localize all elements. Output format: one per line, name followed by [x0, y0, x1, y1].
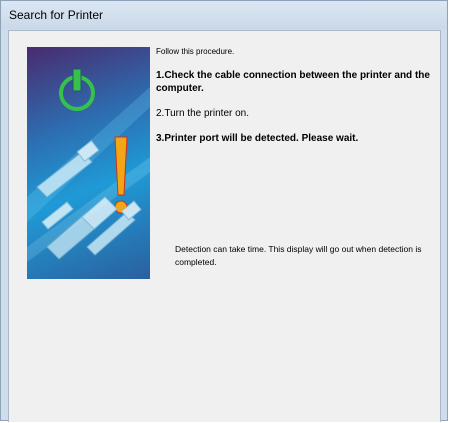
- dialog-content: Follow this procedure. 1.Check the cable…: [8, 30, 441, 422]
- instructions-panel: Follow this procedure. 1.Check the cable…: [156, 47, 436, 157]
- intro-text: Follow this procedure.: [156, 47, 235, 56]
- search-for-printer-window: Search for Printer Follow this procedure…: [0, 0, 448, 422]
- warning-exclamation-icon: [114, 136, 128, 214]
- detection-note: Detection can take time. This display wi…: [175, 244, 422, 267]
- step-2-text: 2.Turn the printer on.: [156, 108, 250, 119]
- step-3-text: 3.Printer port will be detected. Please …: [156, 133, 359, 144]
- title-bar[interactable]: Search for Printer: [1, 1, 447, 29]
- window-title: Search for Printer: [9, 8, 104, 22]
- power-icon: [59, 68, 95, 111]
- printer-connection-illustration: [27, 47, 150, 279]
- step-1-text: 1.Check the cable connection between the…: [156, 70, 430, 94]
